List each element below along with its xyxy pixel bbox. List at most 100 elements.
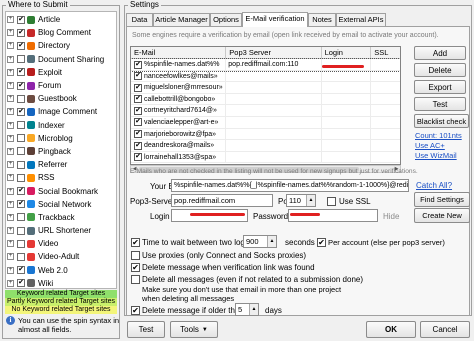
tree-item[interactable]: + ✔ Web 2.0	[6, 264, 116, 277]
tree-checkbox[interactable]: ✔	[17, 41, 25, 50]
row-checkbox[interactable]: ✔	[134, 130, 142, 139]
tree-item[interactable]: + Trackback	[6, 211, 116, 224]
pop3-cell[interactable]: pop.rediffmail.com:110	[226, 59, 322, 70]
tree-item[interactable]: + Video-Adult	[6, 250, 116, 263]
row-checkbox[interactable]: ✔	[134, 141, 142, 150]
login-cell[interactable]	[322, 128, 372, 140]
login-cell[interactable]	[322, 105, 372, 116]
tree-item[interactable]: + URL Shortener	[6, 224, 116, 237]
ssl-cell[interactable]	[371, 152, 400, 163]
table-row[interactable]: ✔ marjorieborowitz@fpa»	[131, 128, 400, 141]
tree-checkbox[interactable]	[17, 160, 25, 169]
tab-data[interactable]: Data	[126, 13, 153, 26]
use-ac-link[interactable]: Use AC+	[415, 141, 445, 150]
wait-seconds-field[interactable]: 900 ▲▼	[243, 235, 277, 248]
expand-icon[interactable]: +	[7, 227, 14, 235]
email-cell[interactable]: ✔ lorrainehall1353@spa»	[131, 151, 227, 163]
tree-item[interactable]: + Document Sharing	[6, 53, 116, 66]
expand-icon[interactable]: +	[7, 266, 14, 274]
count-link[interactable]: Count: 101nts	[415, 131, 462, 140]
pop3-cell[interactable]	[226, 70, 322, 82]
older-days-field[interactable]: 5 ▲▼	[235, 303, 259, 316]
pop3-cell[interactable]	[226, 140, 322, 151]
expand-icon[interactable]: +	[7, 29, 14, 37]
expand-icon[interactable]: +	[7, 108, 14, 116]
row-checkbox[interactable]: ✔	[134, 153, 142, 162]
blacklist-check-button[interactable]: Blacklist check	[414, 114, 469, 128]
email-cell[interactable]: ✔ callebottrill@bongobo»	[131, 93, 227, 105]
tab-options[interactable]: Options	[210, 13, 242, 26]
login-cell[interactable]	[322, 140, 372, 151]
tree-checkbox[interactable]: ✔	[17, 81, 25, 90]
older-spinner-icon[interactable]: ▲▼	[249, 304, 258, 315]
email-cell[interactable]: ✔ deandreskora@mails»	[131, 140, 227, 151]
create-new-button[interactable]: Create New	[414, 208, 470, 223]
tree-item[interactable]: + Indexer	[6, 119, 116, 132]
tree-checkbox[interactable]	[17, 134, 25, 143]
tree-checkbox[interactable]: ✔	[17, 187, 25, 196]
tree-item[interactable]: + ✔ Directory	[6, 39, 116, 52]
email-cell[interactable]: ✔ miguelsloner@mrresour»	[131, 82, 227, 93]
table-row[interactable]: ✔ miguelsloner@mrresour»	[131, 82, 400, 94]
email-cell[interactable]: ✔ nanceefowlkes@mails»	[131, 70, 227, 82]
col-pop3[interactable]: Pop3 Server	[226, 47, 322, 58]
expand-icon[interactable]: +	[7, 174, 14, 182]
cancel-button[interactable]: Cancel	[420, 321, 470, 338]
email-cell[interactable]: ✔ valenciaelepper@art-e»	[131, 116, 227, 128]
table-row[interactable]: ✔ cortneyritchard7614@»	[131, 105, 400, 117]
row-checkbox[interactable]: ✔	[134, 60, 142, 69]
tree-checkbox[interactable]	[17, 55, 25, 64]
tree-checkbox[interactable]	[17, 94, 25, 103]
port-spinner-icon[interactable]: ▲▼	[306, 195, 315, 206]
tree-checkbox[interactable]	[17, 239, 25, 248]
tree-item[interactable]: + RSS	[6, 171, 116, 184]
email-cell[interactable]: ✔ cortneyritchard7614@»	[131, 105, 227, 116]
tree-checkbox[interactable]: ✔	[17, 279, 25, 288]
tree-item[interactable]: + ✔ Exploit	[6, 66, 116, 79]
tree-checkbox[interactable]	[17, 252, 25, 261]
expand-icon[interactable]: +	[7, 68, 14, 76]
email-field[interactable]: %spinfile-names.dat%%{_|%spinfile-names.…	[171, 179, 409, 192]
tree-item[interactable]: + Video	[6, 237, 116, 250]
login-cell[interactable]	[322, 82, 372, 93]
tree-checkbox[interactable]: ✔	[17, 15, 25, 24]
hide-label[interactable]: Hide	[383, 212, 399, 221]
use-proxies-checkbox[interactable]	[131, 251, 140, 260]
login-cell[interactable]	[322, 151, 372, 163]
pop3-cell[interactable]	[226, 151, 322, 163]
tree-item[interactable]: + ✔ Image Comment	[6, 105, 116, 118]
tree-item[interactable]: + Guestbook	[6, 92, 116, 105]
row-checkbox[interactable]: ✔	[134, 72, 142, 81]
catch-all-link[interactable]: Catch All?	[416, 181, 452, 190]
tab-email-verification[interactable]: E-Mail verification	[242, 12, 308, 27]
ssl-cell[interactable]	[371, 59, 400, 70]
table-row[interactable]: ✔ callebottrill@bongobo»	[131, 93, 400, 106]
row-checkbox[interactable]: ✔	[134, 95, 142, 104]
use-ssl-checkbox[interactable]	[327, 197, 336, 206]
tab-external-apis[interactable]: External APIs	[336, 13, 386, 26]
ssl-cell[interactable]	[371, 140, 400, 151]
expand-icon[interactable]: +	[7, 95, 14, 103]
tree-checkbox[interactable]: ✔	[17, 68, 25, 77]
use-wizmail-link[interactable]: Use WizMail	[415, 151, 457, 160]
tree-item[interactable]: + Pingback	[6, 145, 116, 158]
find-settings-button[interactable]: Find Settings	[414, 192, 470, 207]
expand-icon[interactable]: +	[7, 42, 14, 50]
table-row[interactable]: ✔ valenciaelepper@art-e»	[131, 116, 400, 129]
expand-icon[interactable]: +	[7, 200, 14, 208]
expand-icon[interactable]: +	[7, 240, 14, 248]
add-button[interactable]: Add	[414, 46, 466, 60]
ssl-cell[interactable]	[371, 117, 400, 128]
expand-icon[interactable]: +	[7, 147, 14, 155]
tree-checkbox[interactable]	[17, 226, 25, 235]
delete-button[interactable]: Delete	[414, 63, 466, 77]
expand-icon[interactable]: +	[7, 213, 14, 221]
test-button[interactable]: Test	[414, 97, 466, 111]
pop3-cell[interactable]	[226, 82, 322, 93]
login-cell[interactable]	[322, 116, 372, 128]
ssl-cell[interactable]	[371, 71, 400, 82]
table-row[interactable]: ✔ lorrainehall1353@spa»	[131, 151, 400, 164]
email-cell[interactable]: ✔ marjorieborowitz@fpa»	[131, 128, 227, 140]
row-checkbox[interactable]: ✔	[134, 83, 142, 92]
expand-icon[interactable]: +	[7, 134, 14, 142]
